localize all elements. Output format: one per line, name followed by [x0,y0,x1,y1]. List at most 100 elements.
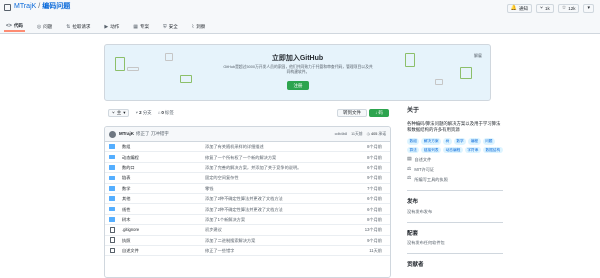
file-row[interactable]: 树木 添加了1个新解决方案 8个月前 [105,215,390,226]
file-commit-message[interactable]: 添加了2种不确定性算法并更改了文档方法 [205,207,283,212]
file-row[interactable]: 链表 固定的空间复杂性 9个月前 [105,173,390,184]
file-date: 8个月前 [367,154,382,160]
topic-tag[interactable]: 链接列表 [421,146,442,153]
file-commit-message[interactable]: 修正了一些错字 [205,248,234,253]
branch-selector[interactable]: ⑂ 主 ▾ [108,109,130,117]
tab-security[interactable]: ⛨ 安全 [161,22,180,32]
dismiss-button[interactable]: 解雇 [474,53,482,59]
topic-tag[interactable]: 算法 [407,146,420,153]
topic-tag[interactable]: 树 [443,138,452,145]
file-row[interactable]: 自述文件 修正了一些错字 11天前 [105,246,390,257]
tab-code[interactable]: <> 代码 [4,22,25,32]
readme-link[interactable]: ▤ 自述文件 [407,157,503,163]
tab-projects[interactable]: ▦ 专案 [131,22,151,32]
file-name[interactable]: 数学 [122,186,130,191]
code-button[interactable]: ↓ 码 [369,109,389,117]
license-link[interactable]: ⚖ MIT许可证 [407,167,503,173]
file-name[interactable]: 数组 [122,144,130,149]
license-note-text: 所编写工具的执照 [414,176,448,182]
commit-hash[interactable]: cdb4b8 [335,132,347,137]
insights-icon: ⌇ [191,24,195,30]
topic-tag[interactable]: 动态编程 [443,146,463,153]
file-commit-message[interactable]: 零钱 [205,186,213,191]
file-commit-message[interactable]: 添加了2种不确定性算法并更改了文档方法 [205,196,283,201]
file-name[interactable]: 执照 [122,238,130,243]
license-label: MIT许可证 [414,167,435,173]
topic-tag[interactable]: 数学 [453,138,467,145]
file-row[interactable]: 数学 零钱 7个月前 [105,184,390,194]
file-date: 6个月前 [367,164,382,170]
tab-insights[interactable]: ⌇ 洞察 [190,22,207,32]
tab-pull-request[interactable]: ⇅ 拉取请求 [64,22,92,32]
star-button[interactable]: ☆ 12k [557,4,580,13]
contributors-title[interactable]: 贡献者 [407,262,503,269]
file-name[interactable]: 动态编程 [122,155,139,160]
chevron-down-button[interactable]: ▾ [583,4,594,13]
header-actions: 🔔 通知 ⑂ 1k ☆ 12k ▾ [506,4,594,13]
about-title: 关于 [407,108,420,114]
folder-icon [109,165,115,170]
tab-label: 专案 [140,24,150,30]
file-commit-message[interactable]: 添加了1个新解决方案 [205,217,245,222]
banner-title: 立即加入GitHub [271,55,324,62]
file-row[interactable]: 数组 添加了有关随机采样的详细描述 8个月前 [105,142,390,153]
file-commit-message[interactable]: 初步建议 [205,227,222,232]
topic-tag[interactable]: 问题 [482,138,495,145]
bell-button[interactable]: 🔔 通知 [506,4,532,13]
repo-icon [4,3,11,11]
file-row[interactable]: 数的口 添加了完善的解决方案，并添加了关于竞争的说明。 6个月前 [105,163,390,174]
signup-button[interactable]: 注册 [287,81,309,90]
file-commit-message[interactable]: 添加了二进制搜索解决方案 [205,238,255,243]
commit-message[interactable]: 修正了 刀冲错字 [136,131,169,136]
avatar[interactable] [109,130,116,138]
file-name[interactable]: 自述文件 [122,248,139,253]
file-row[interactable]: 执照 添加了二进制搜索解决方案 9个月前 [105,236,390,246]
topic-tag[interactable]: 数组 [407,138,420,145]
file-commit-message[interactable]: 添加了完善的解决方案，并添加了关于竞争的说明。 [205,165,301,170]
file-name[interactable]: 数的口 [122,165,135,170]
topic-tag[interactable]: 编程 [468,138,481,145]
tab-actions[interactable]: ▶ 动作 [102,22,121,32]
file-name[interactable]: .gitignore [122,227,139,232]
file-row[interactable]: .gitignore 初步建议 13个月前 [105,225,390,236]
file-name[interactable]: 其他 [122,196,130,201]
readme-label: 自述文件 [414,157,432,163]
about-description: 各种编码/算法问题的解决方案以及用于学习算法和数据结构的许多有用资源 [407,121,501,133]
file-commit-message[interactable]: 固定的空间复杂性 [205,175,239,180]
tab-label: 问题 [43,24,53,30]
repo-name-link[interactable]: 编码问题 [42,3,70,11]
code-button-label: 码 [378,110,383,116]
breadcrumb: MTrajK / 编码问题 [4,3,70,11]
file-name[interactable]: 线性 [122,207,130,212]
tags-count: 0 [161,110,164,116]
file-row[interactable]: 动态编程 修复了一个所有权了一个新的解决方案 8个月前 [105,152,390,163]
branch-icon: ⑂ [135,110,139,116]
file-row[interactable]: 其他 添加了2种不确定性算法并更改了文档方法 6个月前 [105,194,390,205]
file-date: 8个月前 [367,216,382,222]
file-row[interactable]: 线性 添加了2种不确定性算法并更改了文档方法 6个月前 [105,204,390,215]
chevron-down-icon: ▾ [123,110,126,116]
commits-link[interactable]: ◷ 405 承诺 [367,132,386,137]
commit-author[interactable]: MTrajK [119,131,134,136]
packages-title[interactable]: 配套 [407,231,503,238]
releases-title[interactable]: 发布 [407,199,503,206]
tab-label: 洞察 [196,24,206,30]
folder-icon [109,175,115,181]
file-name[interactable]: 树木 [122,217,130,222]
fork-button[interactable]: ⑂ 1k [535,4,554,13]
repo-owner-link[interactable]: MTrajK [14,3,36,11]
go-to-file-button[interactable]: 转到文件 [337,109,367,117]
file-toolbar: ⑂ 主 ▾ ⑂ 2 分支 ⌂ 0 标签 转到文件 ↓ 码 [104,108,391,120]
file-commit-message[interactable]: 添加了有关随机采样的详细描述 [205,144,264,149]
releases-empty: 没有发布发布 [407,208,433,214]
topic-tag[interactable]: 解决方案 [421,138,442,145]
tags-link[interactable]: ⌂ 0 标签 [158,110,174,115]
topic-tag[interactable]: 数据结构 [482,146,503,153]
tab-issue[interactable]: ◎ 问题 [35,22,54,32]
download-icon: ↓ [375,110,378,116]
branches-link[interactable]: ⑂ 2 分支 [135,110,151,115]
topic-tag[interactable]: 字符串 [464,146,481,153]
file-name[interactable]: 链表 [122,175,130,180]
file-commit-message[interactable]: 修复了一个所有权了一个新的解决方案 [205,155,276,160]
chevron-down-icon: ▾ [587,5,590,11]
